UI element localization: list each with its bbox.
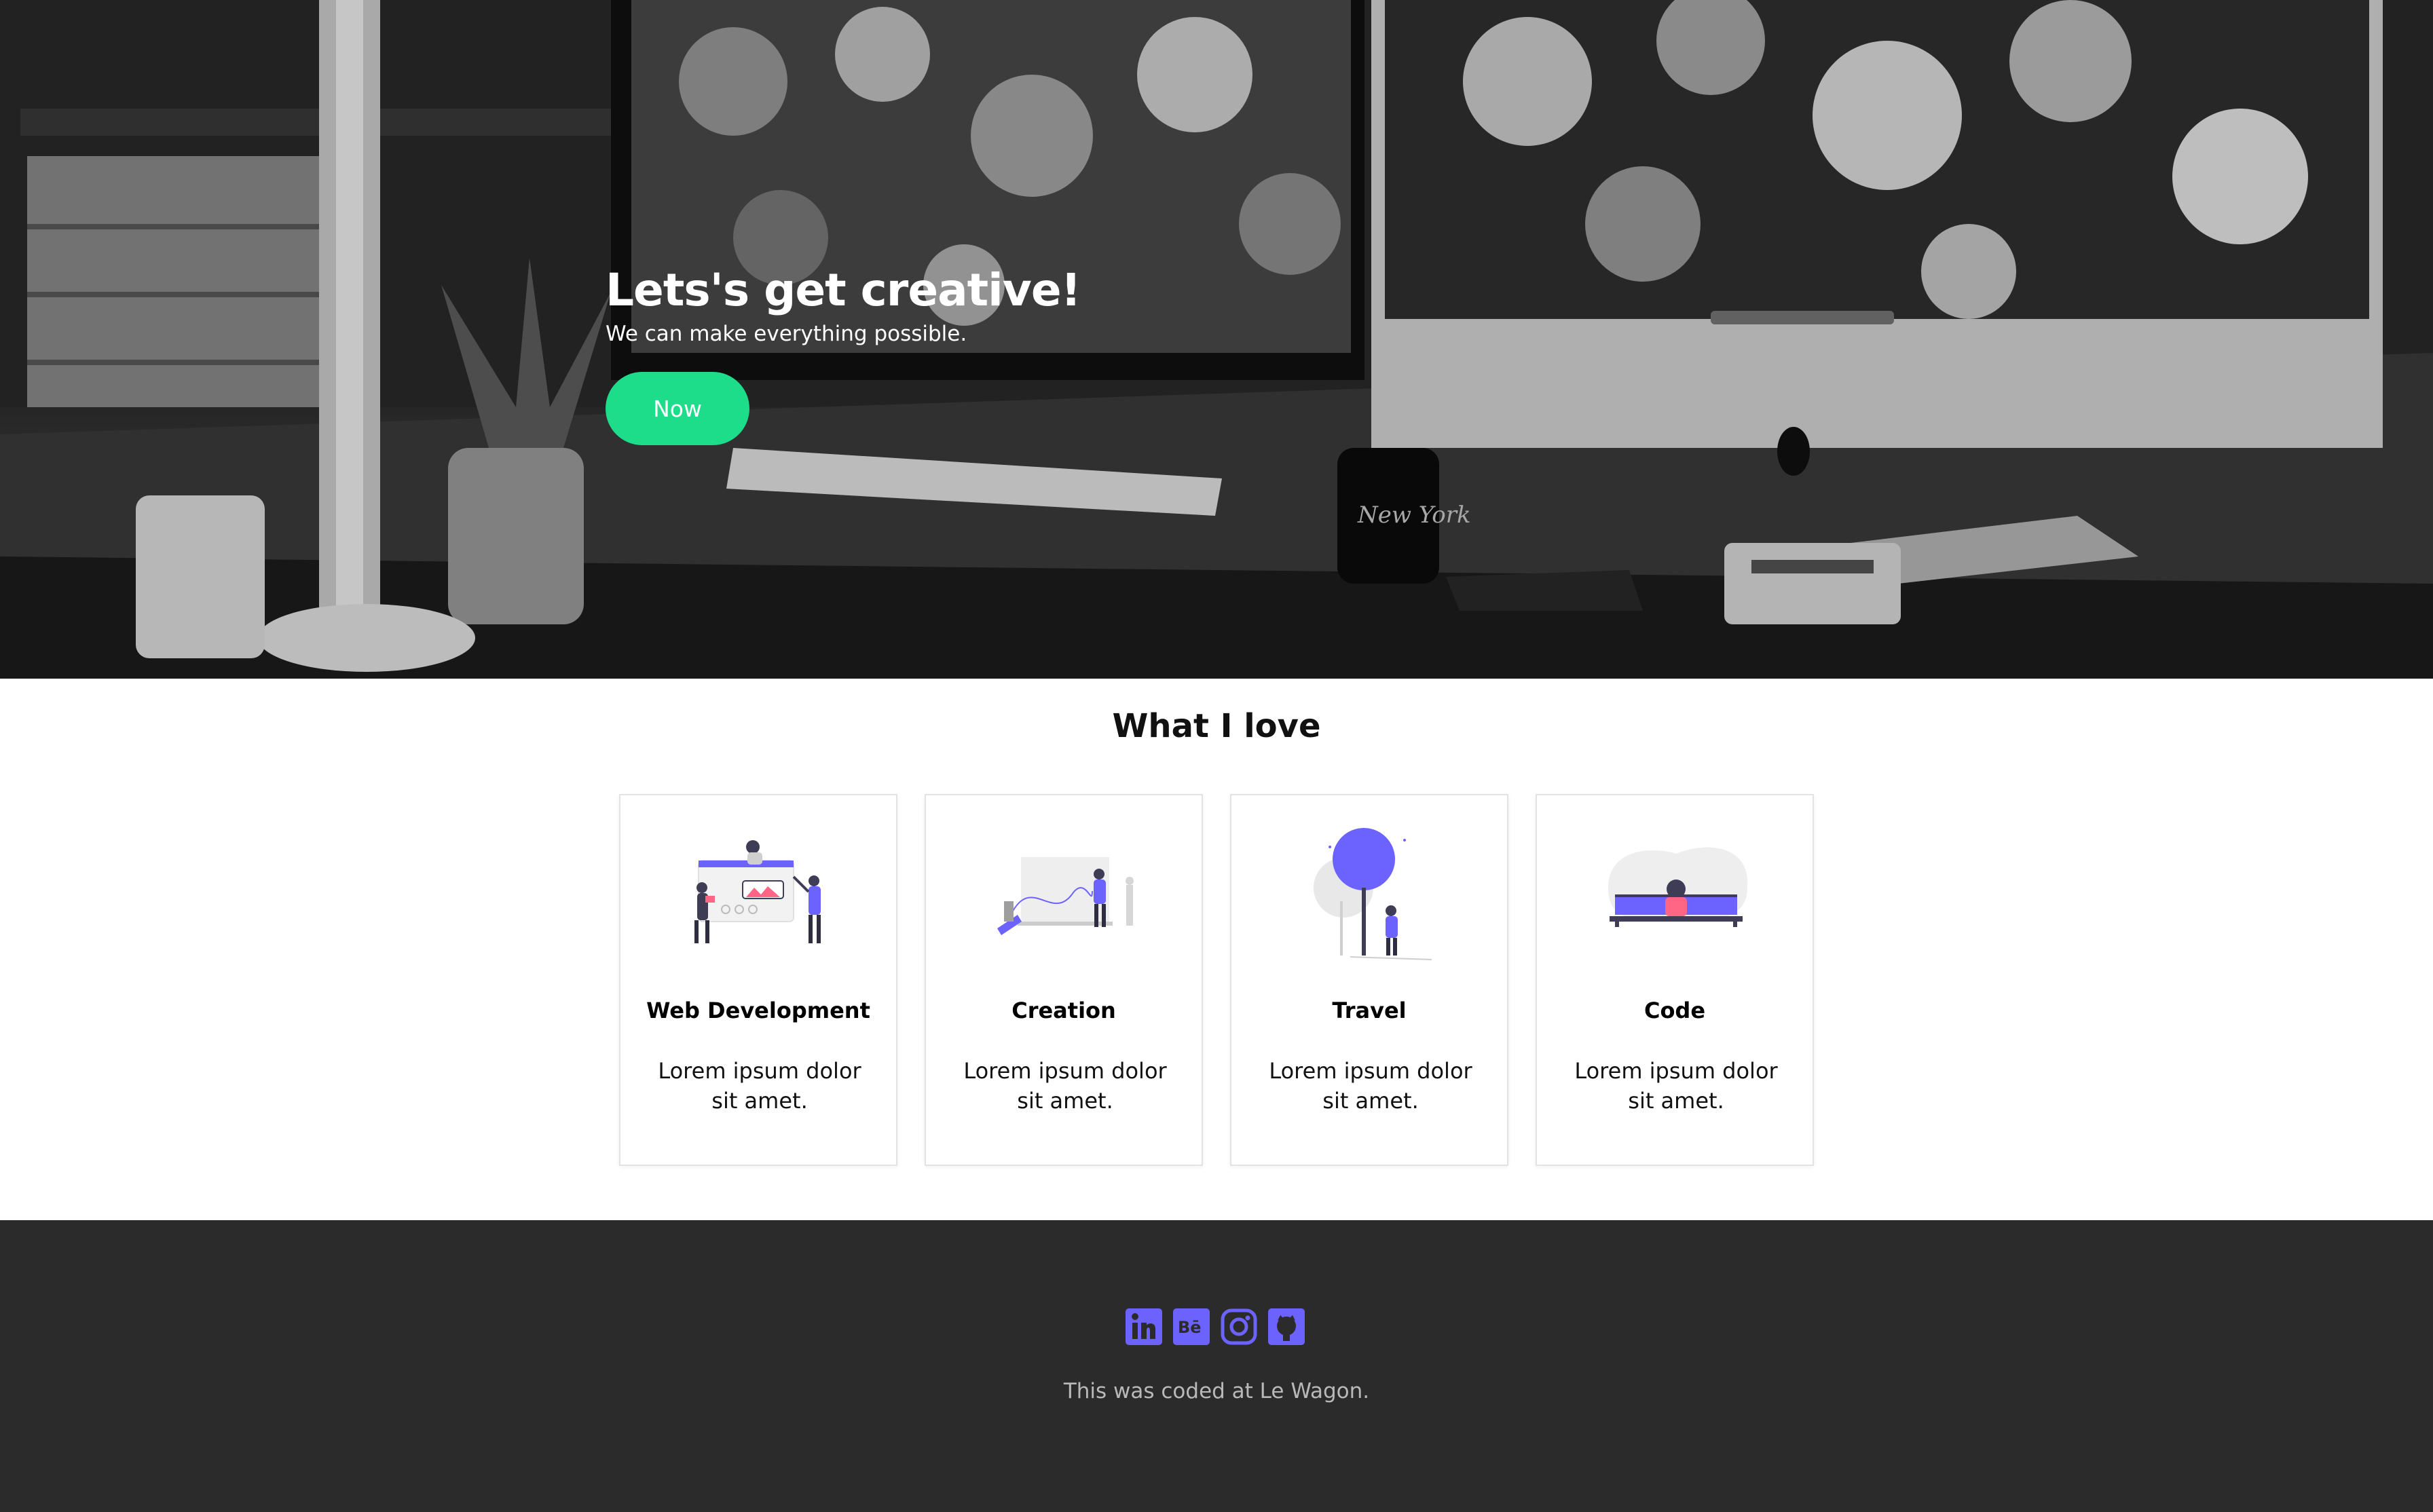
hero-background-photo: New York	[0, 0, 2433, 679]
github-icon[interactable]	[1268, 1308, 1305, 1345]
travel-illustration-icon	[1314, 828, 1432, 960]
card-title: Web Development	[646, 998, 870, 1023]
social-links: Bē	[1126, 1308, 1305, 1345]
card-text: Lorem ipsum dolor sit amet.	[1574, 1058, 1778, 1114]
instagram-icon[interactable]	[1221, 1308, 1257, 1345]
hero-subtitle: We can make everything possible.	[606, 322, 967, 346]
card-title: Code	[1643, 998, 1706, 1023]
footer: Bē This was coded at Le Wagon.	[0, 1220, 2433, 1512]
card-web-development[interactable]: Web Development Lorem ipsum dolor sit am…	[619, 794, 897, 1166]
footer-credit-text: This was coded at Le Wagon.	[1063, 1379, 1370, 1403]
card-travel[interactable]: Travel Lorem ipsum dolor sit amet.	[1230, 794, 1508, 1166]
card-title: Creation	[1011, 998, 1116, 1023]
behance-icon[interactable]: Bē	[1173, 1308, 1210, 1345]
what-i-love-section: What I love Web Development Lorem ipsum …	[0, 679, 2433, 1222]
hero-content: Lets's get creative! We can make everyth…	[606, 263, 1081, 445]
hero-banner: New York Lets's get creative! We can mak…	[0, 0, 2433, 679]
section-title: What I love	[1112, 707, 1321, 745]
svg-text:Bē: Bē	[1178, 1318, 1202, 1337]
cards-grid: Web Development Lorem ipsum dolor sit am…	[619, 794, 1814, 1166]
card-code[interactable]: Code Lorem ipsum dolor sit amet.	[1536, 794, 1814, 1166]
hero-title: Lets's get creative!	[606, 264, 1081, 316]
card-creation[interactable]: Creation Lorem ipsum dolor sit amet.	[925, 794, 1203, 1166]
now-button[interactable]: Now	[606, 372, 749, 445]
creation-illustration-icon	[997, 857, 1134, 935]
linkedin-icon[interactable]	[1126, 1308, 1162, 1345]
card-text: Lorem ipsum dolor sit amet.	[658, 1058, 861, 1114]
card-title: Travel	[1332, 998, 1407, 1023]
code-illustration-icon	[1608, 847, 1748, 927]
card-text: Lorem ipsum dolor sit amet.	[963, 1058, 1167, 1114]
web-development-illustration-icon	[694, 840, 821, 943]
card-text: Lorem ipsum dolor sit amet.	[1269, 1058, 1472, 1114]
